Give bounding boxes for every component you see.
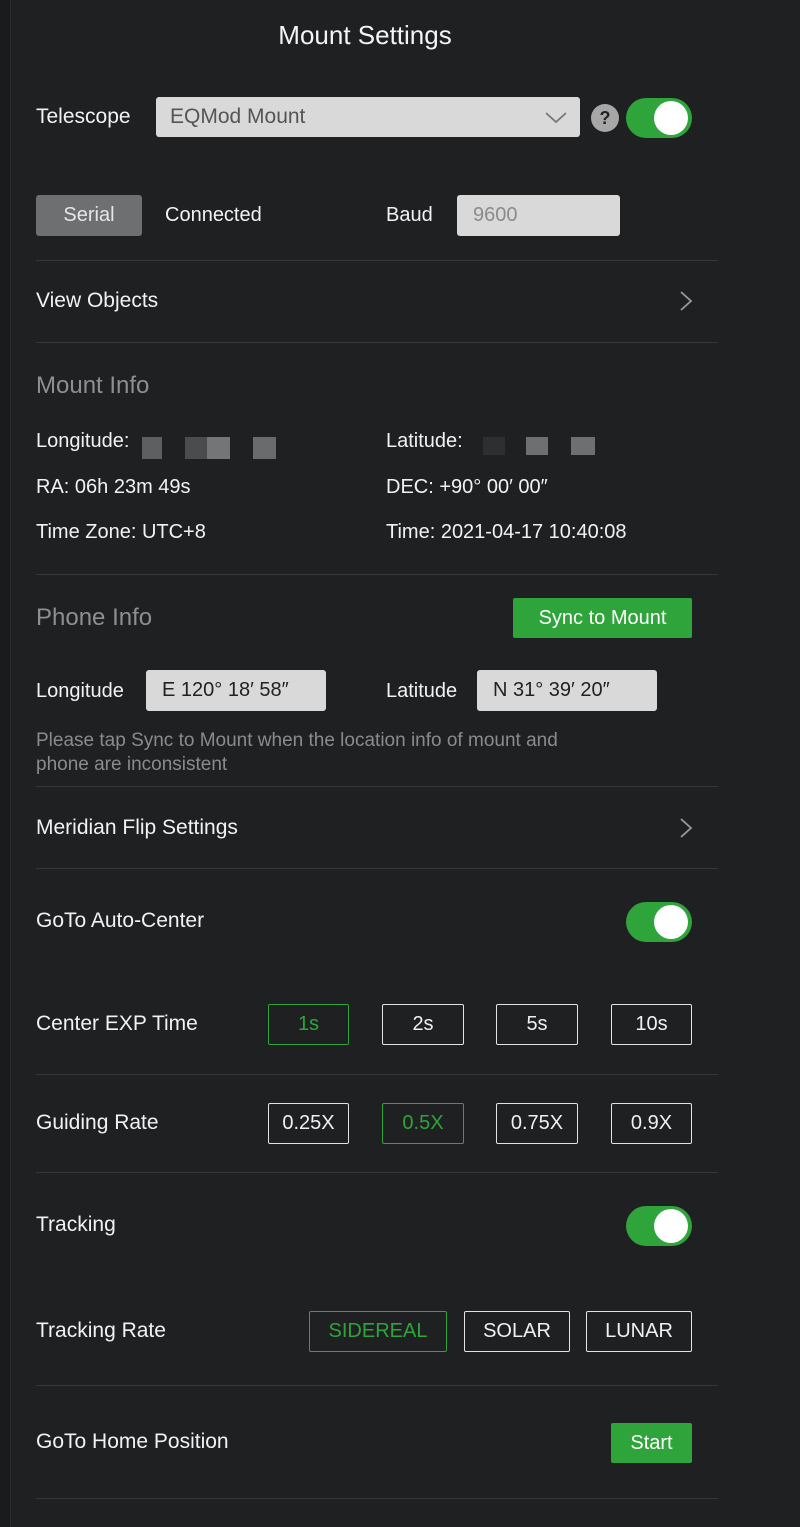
- tracking-rate-option[interactable]: SIDEREAL: [309, 1311, 447, 1352]
- toggle-knob: [654, 1209, 688, 1243]
- mount-timezone: Time Zone: UTC+8: [36, 521, 206, 543]
- serial-button[interactable]: Serial: [36, 195, 142, 236]
- phone-longitude-field[interactable]: E 120° 18′ 58″: [146, 670, 326, 711]
- phone-latitude-field[interactable]: N 31° 39′ 20″: [477, 670, 657, 711]
- center-exp-label: Center EXP Time: [36, 1012, 198, 1035]
- divider: [36, 342, 718, 343]
- goto-auto-center-label: GoTo Auto-Center: [36, 909, 205, 932]
- divider: [36, 868, 718, 869]
- meridian-flip-label: Meridian Flip Settings: [36, 816, 238, 839]
- tracking-rate-option[interactable]: LUNAR: [586, 1311, 692, 1352]
- telescope-toggle[interactable]: [626, 98, 692, 138]
- divider: [36, 1074, 718, 1075]
- guiding-rate-option[interactable]: 0.9X: [611, 1103, 692, 1144]
- chevron-down-icon: [545, 112, 567, 124]
- guiding-rate-label: Guiding Rate: [36, 1111, 159, 1134]
- telescope-select[interactable]: EQMod Mount: [156, 97, 580, 137]
- center-exp-option[interactable]: 2s: [382, 1004, 464, 1045]
- divider: [36, 1498, 718, 1499]
- left-edge: [0, 0, 11, 1527]
- divider: [36, 786, 718, 787]
- center-exp-option[interactable]: 5s: [496, 1004, 578, 1045]
- connection-status: Connected: [165, 204, 262, 226]
- tracking-toggle[interactable]: [626, 1206, 692, 1246]
- sync-to-mount-button[interactable]: Sync to Mount: [513, 598, 692, 638]
- goto-auto-center-toggle[interactable]: [626, 902, 692, 942]
- divider: [36, 1385, 718, 1386]
- view-objects-row[interactable]: View Objects: [36, 262, 718, 342]
- mount-latitude-label: Latitude:: [386, 430, 463, 452]
- baud-label: Baud: [386, 204, 433, 226]
- page-title: Mount Settings: [278, 20, 452, 50]
- divider: [36, 260, 718, 261]
- divider: [36, 574, 718, 575]
- mount-dec: DEC: +90° 00′ 00″: [386, 476, 548, 498]
- goto-home-start-button[interactable]: Start: [611, 1423, 692, 1463]
- phone-info-title: Phone Info: [36, 604, 153, 631]
- mount-time: Time: 2021-04-17 10:40:08: [386, 521, 627, 543]
- center-exp-option[interactable]: 10s: [611, 1004, 692, 1045]
- tracking-label: Tracking: [36, 1213, 116, 1236]
- mount-ra: RA: 06h 23m 49s: [36, 476, 191, 498]
- chevron-right-icon: [680, 818, 693, 838]
- help-icon[interactable]: ?: [591, 104, 619, 132]
- center-exp-option[interactable]: 1s: [268, 1004, 349, 1045]
- telescope-select-value: EQMod Mount: [170, 105, 306, 128]
- meridian-flip-row[interactable]: Meridian Flip Settings: [36, 788, 718, 868]
- phone-info-note: Please tap Sync to Mount when the locati…: [36, 729, 558, 777]
- telescope-label: Telescope: [36, 105, 131, 128]
- chevron-right-icon: [680, 291, 693, 311]
- divider: [36, 1172, 718, 1173]
- toggle-knob: [654, 905, 688, 939]
- baud-field[interactable]: 9600: [457, 195, 620, 236]
- note-line-1: Please tap Sync to Mount when the locati…: [36, 730, 558, 751]
- toggle-knob: [654, 101, 688, 135]
- goto-home-label: GoTo Home Position: [36, 1430, 229, 1453]
- tracking-rate-option[interactable]: SOLAR: [464, 1311, 570, 1352]
- view-objects-label: View Objects: [36, 289, 159, 312]
- mount-longitude-label: Longitude:: [36, 430, 130, 452]
- guiding-rate-option[interactable]: 0.25X: [268, 1103, 349, 1144]
- note-line-2: phone are inconsistent: [36, 754, 228, 775]
- guiding-rate-option[interactable]: 0.5X: [382, 1103, 464, 1144]
- tracking-rate-label: Tracking Rate: [36, 1319, 166, 1342]
- guiding-rate-option[interactable]: 0.75X: [496, 1103, 578, 1144]
- mount-info-title: Mount Info: [36, 372, 150, 399]
- phone-latitude-label: Latitude: [386, 680, 458, 702]
- phone-longitude-label: Longitude: [36, 680, 124, 702]
